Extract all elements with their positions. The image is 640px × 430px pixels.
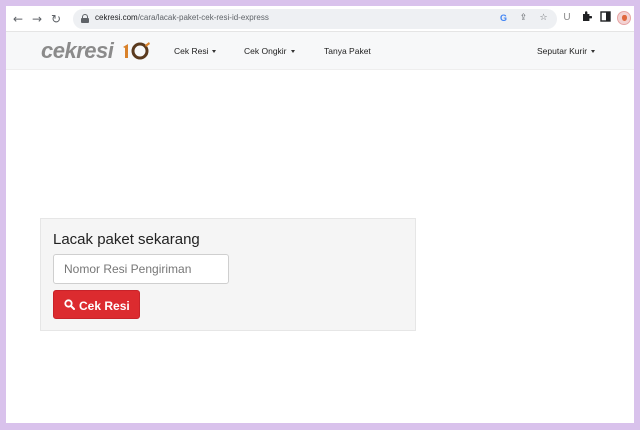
tracking-title: Lacak paket sekarang [53, 231, 200, 248]
logo-ten-mark [123, 42, 150, 60]
browser-window: ← → ↻ cekresi.com/cara/lacak-paket-cek-r… [6, 6, 634, 423]
caret-down-icon [212, 50, 217, 54]
google-icon[interactable]: G [497, 12, 510, 25]
caret-down-icon [290, 50, 295, 54]
url-text: cekresi.com/cara/lacak-paket-cek-resi-id… [95, 13, 269, 22]
tracking-card: Lacak paket sekarang Cek Resi [40, 218, 416, 331]
nav-tanya-paket[interactable]: Tanya Paket [324, 46, 371, 57]
url-path: /cara/lacak-paket-cek-resi-id-express [137, 13, 269, 22]
share-icon[interactable]: ⇪ [517, 12, 530, 25]
nav-seputar-kurir-label: Seputar Kurir [537, 46, 588, 56]
profile-avatar[interactable] [617, 11, 631, 25]
nav-cek-ongkir[interactable]: Cek Ongkir [244, 46, 295, 57]
resi-number-input[interactable] [53, 254, 229, 284]
address-bar[interactable]: cekresi.com/cara/lacak-paket-cek-resi-id… [73, 9, 557, 29]
side-panel-icon[interactable] [598, 11, 612, 25]
forward-arrow-icon[interactable]: → [29, 11, 45, 27]
url-domain: cekresi.com [95, 13, 138, 22]
nav-seputar-kurir[interactable]: Seputar Kurir [537, 46, 596, 57]
nav-cek-resi-label: Cek Resi [174, 46, 209, 56]
nav-cek-ongkir-label: Cek Ongkir [244, 46, 287, 56]
reload-icon[interactable]: ↻ [48, 11, 64, 27]
lock-icon [81, 14, 89, 23]
cek-resi-button-label: Cek Resi [79, 299, 130, 313]
site-navbar: cekresi Cek Resi Cek Ongkir Tanya Paket … [6, 32, 634, 70]
nav-cek-resi[interactable]: Cek Resi [174, 46, 217, 57]
logo-text: cekresi [41, 38, 114, 63]
star-bookmark-icon[interactable]: ☆ [537, 12, 550, 25]
caret-down-icon [591, 50, 596, 54]
cek-resi-button[interactable]: Cek Resi [53, 290, 140, 319]
u-extension-icon[interactable]: U [560, 11, 574, 25]
cekresi-logo[interactable]: cekresi [41, 39, 153, 63]
search-icon [64, 299, 75, 310]
puzzle-extensions-icon[interactable] [579, 11, 593, 25]
browser-toolbar: ← → ↻ cekresi.com/cara/lacak-paket-cek-r… [6, 6, 634, 32]
back-arrow-icon[interactable]: ← [10, 11, 26, 27]
